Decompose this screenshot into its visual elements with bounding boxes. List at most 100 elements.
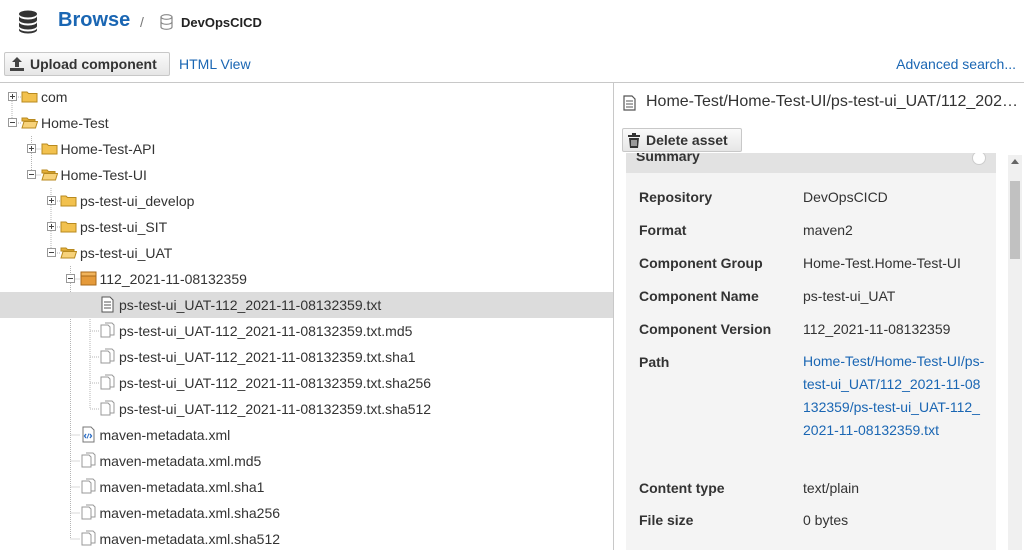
field-value: Home-Test.Home-Test-UI [803,255,961,271]
checksum-file-icon [99,400,116,417]
path-link[interactable]: Home-Test/Home-Test-UI/ps-test-ui_UAT/11… [803,350,985,442]
collapse-icon[interactable] [972,153,986,165]
breadcrumb-separator: / [140,14,144,30]
page-title[interactable]: Browse [58,9,130,32]
advanced-search-link[interactable]: Advanced search... [896,56,1016,72]
component-icon [80,270,97,287]
expand-icon[interactable] [46,222,56,231]
tree-node-label: maven-metadata.xml.sha1 [99,479,265,495]
tree-node[interactable]: ps-test-ui_SIT [0,214,613,240]
field-label: Component Group [639,255,763,271]
checksum-file-icon [80,530,97,547]
html-view-link[interactable]: HTML View [179,56,251,72]
tree-node[interactable]: ps-test-ui_UAT-112_2021-11-08132359.txt.… [0,344,613,370]
asset-detail-panel: Home-Test/Home-Test-UI/ps-test-ui_UAT/11… [614,83,1024,550]
summary-panel: Summary Repository DevOpsCICD Format maven2… [626,153,996,550]
upload-component-button[interactable]: Upload component [4,52,170,76]
collapse-icon[interactable] [46,248,56,257]
tree-node[interactable]: maven-metadata.xml.sha256 [0,500,613,526]
field-value: maven2 [803,222,853,238]
tree-node[interactable]: ps-test-ui_UAT-112_2021-11-08132359.txt.… [0,318,613,344]
delete-asset-label: Delete asset [646,132,728,148]
expand-icon[interactable] [7,92,17,101]
tree-node[interactable]: ps-test-ui_UAT-112_2021-11-08132359.txt.… [0,370,613,396]
expand-icon[interactable] [27,144,36,153]
tree-node-label: maven-metadata.xml.sha256 [99,505,281,521]
field-value: DevOpsCICD [803,189,888,205]
tree-node[interactable]: maven-metadata.xml.md5 [0,448,613,474]
tree-node[interactable]: ps-test-ui_UAT-112_2021-11-08132359.txt [0,292,613,318]
text-file-icon [623,95,636,111]
tree-node[interactable]: 112_2021-11-08132359 [0,266,613,292]
text-file-icon [99,296,116,313]
delete-asset-button[interactable]: Delete asset [622,128,742,152]
checksum-file-icon [99,348,116,365]
tree-node[interactable]: Home-Test [0,110,613,136]
summary-header[interactable]: Summary [626,153,996,173]
upload-icon [10,57,24,71]
database-icon [19,10,37,34]
tree-node[interactable]: ps-test-ui_develop [0,188,613,214]
upload-component-label: Upload component [30,56,157,72]
toolbar: Upload component HTML View Advanced sear… [0,50,1024,80]
detail-scrollbar[interactable] [1008,155,1022,550]
folder-open-icon [60,244,78,261]
tree-node-label: Home-Test-API [60,141,156,157]
field-value: ps-test-ui_UAT [803,288,896,304]
field-label: Component Version [639,321,772,337]
tree-node[interactable]: ps-test-ui_UAT-112_2021-11-08132359.txt.… [0,396,613,422]
checksum-file-icon [99,322,116,339]
tree-node-label: maven-metadata.xml.sha512 [99,531,281,547]
tree-node-label: ps-test-ui_SIT [80,219,168,235]
folder-icon [60,192,77,209]
tree-node-label: ps-test-ui_UAT-112_2021-11-08132359.txt.… [119,375,432,391]
field-value: 0 bytes [803,512,849,528]
tree-node[interactable]: maven-metadata.xml.sha1 [0,474,613,500]
tree-node[interactable]: Home-Test-UI [0,162,613,188]
tree-node-label: Home-Test [41,115,109,131]
tree-node-label: maven-metadata.xml.md5 [99,453,262,469]
collapse-icon[interactable] [66,274,75,283]
field-value: text/plain [803,480,860,496]
checksum-file-icon [99,374,116,391]
tree-node-label: maven-metadata.xml [99,427,231,443]
tree-node[interactable]: maven-metadata.xml [0,422,613,448]
asset-title: Home-Test/Home-Test-UI/ps-test-ui_UAT/11… [646,93,1018,110]
folder-icon [41,140,58,157]
tree-node-label: ps-test-ui_UAT-112_2021-11-08132359.txt [119,297,382,313]
field-label: File size [639,512,694,528]
scroll-thumb[interactable] [1010,181,1020,259]
collapse-icon[interactable] [27,170,36,179]
tree-node-label: ps-test-ui_UAT-112_2021-11-08132359.txt.… [119,401,432,417]
expand-icon[interactable] [46,196,56,205]
tree-node[interactable]: com [0,84,613,110]
breadcrumb-repository[interactable]: DevOpsCICD [181,15,262,30]
tree-node-label: ps-test-ui_develop [80,193,195,209]
field-label: Format [639,222,687,238]
trash-icon [628,132,640,148]
tree-node[interactable]: ps-test-ui_UAT [0,240,613,266]
folder-open-icon [21,114,39,131]
collapse-icon[interactable] [7,118,17,127]
field-label: Content type [639,480,725,496]
checksum-file-icon [80,452,97,469]
folder-open-icon [40,166,58,183]
checksum-file-icon [80,504,97,521]
xml-file-icon [80,426,97,443]
scroll-up-arrow-icon[interactable] [1011,159,1019,164]
header: Browse / DevOpsCICD [0,0,1024,44]
field-label: Repository [639,189,713,205]
repository-icon [160,14,173,30]
folder-icon [21,88,38,105]
tree-node-label: com [41,89,68,105]
tree-node-label: ps-test-ui_UAT-112_2021-11-08132359.txt.… [119,323,413,339]
tree-panel: com Home-Test Home-Test-API Home-Test-UI ps-… [0,83,613,550]
tree-node-label: Home-Test-UI [60,167,147,183]
tree-node[interactable]: maven-metadata.xml.sha512 [0,526,613,550]
summary-title: Summary [636,153,700,164]
field-value: 112_2021-11-08132359 [803,321,951,337]
tree-node-label: ps-test-ui_UAT-112_2021-11-08132359.txt.… [119,349,416,365]
folder-icon [60,218,77,235]
tree-node[interactable]: Home-Test-API [0,136,613,162]
tree-node-label: 112_2021-11-08132359 [99,271,247,287]
